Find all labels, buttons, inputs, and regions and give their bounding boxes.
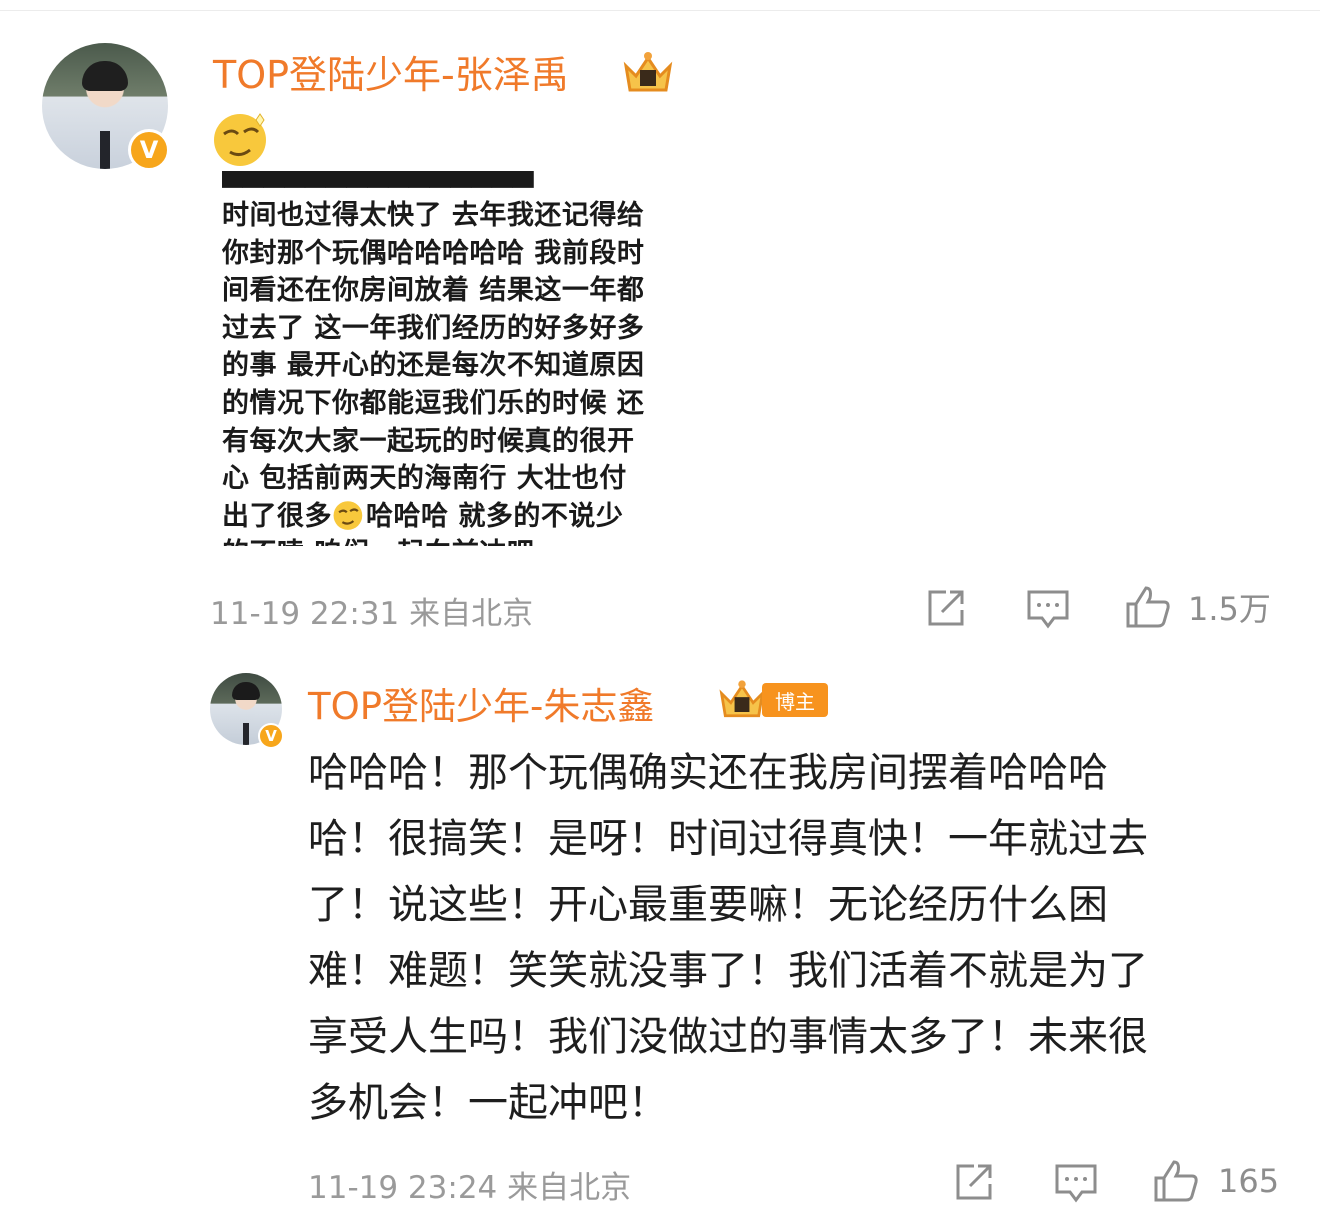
comment-location: 来自北京	[507, 1170, 632, 1206]
comment-icon	[1027, 590, 1069, 629]
comment-meta: 11-19 22:31 来自北京	[210, 588, 533, 633]
comment-icon	[1055, 1164, 1097, 1203]
reply-text: 哈哈哈！那个玩偶确实还在我房间摆着哈哈哈 哈！很搞笑！是呀！时间过得真快！一年就…	[308, 740, 1258, 1136]
screenshot-line: 的事 最开心的还是每次不知道原因	[222, 350, 645, 381]
reply-text-line: 哈！很搞笑！是呀！时间过得真快！一年就过去	[308, 816, 1148, 862]
comment-username[interactable]: TOP登陆少年-张泽禹	[213, 44, 569, 99]
share-icon	[956, 1164, 992, 1200]
comment-meta: 11-19 23:24 来自北京	[308, 1162, 631, 1207]
reply-username[interactable]: TOP登陆少年-朱志鑫	[308, 676, 654, 730]
screenshot-line: 的不嗦 咱们一起向前冲吧	[222, 531, 534, 546]
like-button[interactable]: 1.5万	[1124, 584, 1271, 630]
like-count: 1.5万	[1188, 590, 1271, 628]
like-button[interactable]: 165	[1152, 1158, 1279, 1204]
attached-screenshot-image[interactable]: ▇▇▇▇▇▇▇▇▇▇▇▇▇▇▇ 时间也过得太快了 去年我还记得给 你封那个玩偶哈…	[222, 171, 692, 546]
smirk-emoji-icon	[333, 501, 363, 530]
screenshot-line: 有每次大家一起玩的时候真的很开	[222, 426, 635, 457]
cropped-text-line: ▇▇▇▇▇▇▇▇▇▇▇▇▇▇▇	[222, 171, 534, 188]
reply-text-line: 哈哈哈！那个玩偶确实还在我房间摆着哈哈哈	[308, 750, 1108, 796]
screenshot-line: 间看还在你房间放着 结果这一年都	[222, 275, 645, 306]
smirk-emoji-icon	[214, 113, 266, 166]
reply-text-line: 享受人生吗！我们没做过的事情太多了！未来很	[308, 1014, 1148, 1060]
reply-text-line: 了！说这些！开心最重要嘛！无论经历什么困	[308, 882, 1108, 928]
crown-fan-badge-icon[interactable]	[716, 678, 768, 720]
verified-badge-icon: V	[128, 129, 170, 171]
screenshot-line: 过去了 这一年我们经历的好多好多	[222, 313, 645, 344]
author-badge: 博主	[762, 683, 828, 717]
comment-location: 来自北京	[409, 596, 534, 632]
screenshot-line: 出了很多 哈哈哈 就多的不说少	[222, 501, 624, 532]
screenshot-line: 的情况下你都能逗我们乐的时候 还	[222, 388, 645, 419]
comment-time: 11-19 22:31	[210, 596, 400, 632]
screenshot-line: 你封那个玩偶哈哈哈哈哈 我前段时	[222, 238, 645, 269]
top-divider	[0, 10, 1320, 11]
screenshot-line: 心 包括前两天的海南行 大壮也付	[222, 463, 627, 494]
reply-button[interactable]	[1026, 588, 1070, 630]
share-button[interactable]	[924, 588, 968, 628]
reply-button[interactable]	[1054, 1162, 1098, 1204]
thumbs-up-icon	[1154, 1160, 1198, 1202]
thumbs-up-icon	[1126, 586, 1170, 628]
reply-text-line: 难！难题！笑笑就没事了！我们活着不就是为了	[308, 948, 1148, 994]
share-button[interactable]	[952, 1162, 996, 1202]
reply-text-line: 多机会！一起冲吧！	[308, 1080, 668, 1126]
crown-fan-badge-icon[interactable]	[620, 50, 676, 94]
like-count: 165	[1218, 1162, 1280, 1200]
verified-badge-icon: V	[258, 723, 284, 749]
share-icon	[928, 590, 964, 626]
comment-time: 11-19 23:24	[308, 1170, 498, 1206]
screenshot-line: 时间也过得太快了 去年我还记得给	[222, 200, 645, 231]
